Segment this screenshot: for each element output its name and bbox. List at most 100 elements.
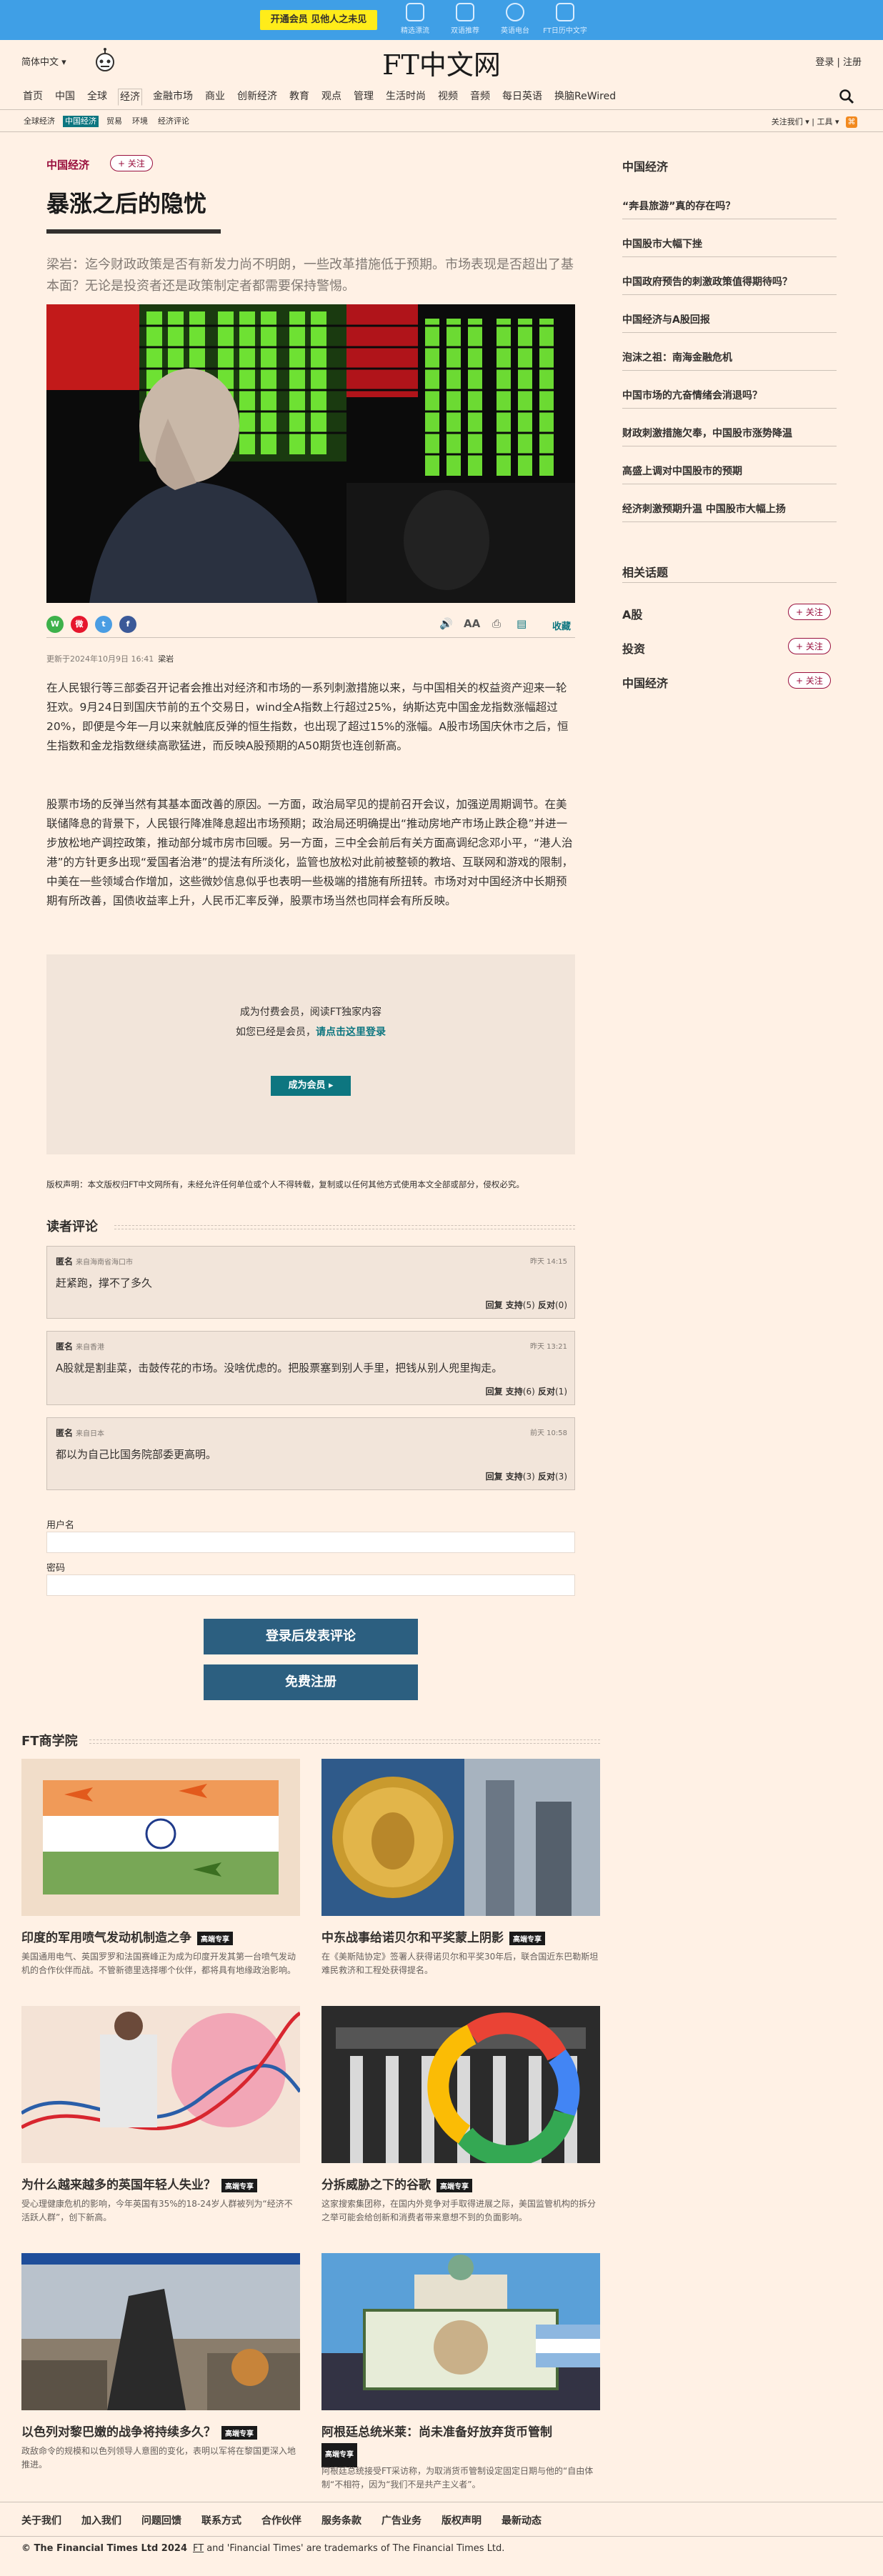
nav-item[interactable]: 商业 (204, 89, 226, 106)
sidebar-article-link[interactable]: 泡沫之祖：南海金融危机 (622, 350, 837, 364)
oppose-button[interactable]: 反对(3) (538, 1472, 567, 1482)
ft-business-school-heading[interactable]: FT商学院 (21, 1731, 78, 1749)
footer-link-terms[interactable]: 服务条款 (321, 2513, 361, 2527)
footer-link-feedback[interactable]: 问题回馈 (141, 2513, 181, 2527)
ft-link[interactable]: FT (193, 2543, 204, 2554)
reply-button[interactable]: 回复 (486, 1300, 503, 1310)
nav-item[interactable]: 管理 (352, 89, 375, 106)
nav-item[interactable]: 全球 (86, 89, 109, 106)
weibo-share-icon[interactable]: 微 (71, 616, 88, 633)
footer-link-contact[interactable]: 联系方式 (201, 2513, 241, 2527)
sidebar-article-link[interactable]: 财政刺激措施欠奉，中国股市涨势降温 (622, 426, 837, 440)
card-title[interactable]: 阿根廷总统米莱：尚未准备好放弃货币管制 高端专享 (321, 2422, 600, 2467)
subnav-item[interactable]: 全球经济 (21, 116, 57, 127)
tools-menu[interactable]: 工具 (817, 117, 832, 126)
paywall-login-link[interactable]: 请点击这里登录 (316, 1027, 386, 1038)
wechat-share-icon[interactable]: W (46, 616, 64, 633)
site-logo[interactable]: FT中文网 (334, 43, 549, 82)
nav-item[interactable]: 视频 (436, 89, 459, 106)
topic-follow-button[interactable]: + 关注 (788, 604, 831, 620)
nav-item[interactable]: 首页 (21, 89, 44, 106)
card-image[interactable] (321, 1759, 600, 1916)
collect-button[interactable]: 收藏 (552, 619, 571, 632)
card-image[interactable] (21, 2006, 300, 2163)
twitter-share-icon[interactable]: t (95, 616, 112, 633)
login-to-comment-button[interactable]: 登录后发表评论 (204, 1619, 418, 1654)
subnav-item[interactable]: 中国经济 (63, 116, 99, 127)
card-image[interactable] (321, 2253, 600, 2410)
card-image[interactable] (321, 2006, 600, 2163)
sidebar-article-link[interactable]: 高盛上调对中国股市的预期 (622, 464, 837, 478)
nav-item[interactable]: 换脑ReWired (553, 89, 617, 106)
sidebar-article-link[interactable]: 中国股市大幅下挫 (622, 236, 837, 251)
nav-item[interactable]: 金融市场 (151, 89, 194, 106)
footer-link-partners[interactable]: 合作伙伴 (261, 2513, 301, 2527)
card-image[interactable] (21, 1759, 300, 1916)
article-section-tag[interactable]: 中国经济 (46, 157, 89, 172)
support-button[interactable]: 支持(5) (506, 1300, 535, 1310)
footer-link-news[interactable]: 最新动态 (502, 2513, 542, 2527)
print-icon[interactable]: ⎙ (492, 617, 501, 630)
nav-item[interactable]: 每日英语 (501, 89, 544, 106)
topic-link[interactable]: A股 (622, 605, 642, 622)
top-link-2[interactable]: 双语推荐 (440, 3, 490, 35)
card-title[interactable]: 分拆威胁之下的谷歌 高端专享 (321, 2175, 600, 2192)
follow-us-menu[interactable]: 关注我们 (772, 117, 803, 126)
robot-mascot-icon[interactable] (91, 47, 119, 74)
facebook-share-icon[interactable]: f (119, 616, 136, 633)
nav-item[interactable]: 创新经济 (236, 89, 279, 106)
subnav-item[interactable]: 环境 (130, 116, 150, 127)
nav-item[interactable]: 中国 (54, 89, 76, 106)
subnav-item[interactable]: 经济评论 (156, 116, 191, 127)
free-register-button[interactable]: 免费注册 (204, 1664, 418, 1700)
login-link[interactable]: 登录 (815, 57, 834, 68)
sidebar-article-link[interactable]: “奔县旅游”真的存在吗？ (622, 199, 837, 213)
become-member-button[interactable]: 成为会员 ▸ (271, 1076, 351, 1096)
article-author[interactable]: 梁岩 (158, 654, 174, 664)
footer-link-join[interactable]: 加入我们 (81, 2513, 121, 2527)
card-title[interactable]: 以色列对黎巴嫩的战争将持续多久？ 高端专享 (21, 2422, 300, 2440)
audio-icon[interactable]: 🔊 (439, 617, 453, 630)
topic-follow-button[interactable]: + 关注 (788, 672, 831, 689)
sidebar-article-link[interactable]: 经济刺激预期升温 中国股市大幅上扬 (622, 501, 837, 516)
reply-button[interactable]: 回复 (486, 1387, 503, 1397)
promo-membership-button[interactable]: 开通会员 见他人之未见 (260, 10, 377, 30)
font-size-icon[interactable]: AA (464, 617, 480, 630)
card-title[interactable]: 为什么越来越多的英国年轻人失业？ 高端专享 (21, 2175, 300, 2192)
nav-item[interactable]: 经济 (118, 89, 142, 106)
follow-section-button[interactable]: + 关注 (110, 155, 153, 171)
language-selector[interactable]: 简体中文 ▾ (21, 54, 66, 68)
comment-icon[interactable]: ▤ (517, 617, 527, 630)
footer-link-ads[interactable]: 广告业务 (381, 2513, 421, 2527)
reply-button[interactable]: 回复 (486, 1472, 503, 1482)
oppose-button[interactable]: 反对(0) (538, 1300, 567, 1310)
footer-link-about[interactable]: 关于我们 (21, 2513, 61, 2527)
footer-link-copyright[interactable]: 版权声明 (442, 2513, 482, 2527)
nav-item[interactable]: 音频 (469, 89, 492, 106)
register-link[interactable]: 注册 (843, 57, 862, 68)
topic-follow-button[interactable]: + 关注 (788, 638, 831, 654)
sidebar-article-link[interactable]: 中国经济与A股回报 (622, 312, 837, 326)
card-image[interactable] (21, 2253, 300, 2410)
subnav-item[interactable]: 贸易 (104, 116, 124, 127)
top-link-3[interactable]: 英语电台 (490, 3, 540, 35)
password-input[interactable] (46, 1574, 575, 1596)
top-link-4[interactable]: FT日历中文字 (540, 3, 590, 35)
topic-link[interactable]: 投资 (622, 639, 645, 657)
search-icon[interactable] (839, 89, 854, 104)
rss-icon[interactable]: ⌘ (846, 116, 857, 128)
topic-link[interactable]: 中国经济 (622, 674, 668, 691)
sidebar-article-link[interactable]: 中国市场的亢奋情绪会消退吗？ (622, 388, 837, 402)
top-link-1[interactable]: 精选漂流 (390, 3, 440, 35)
support-button[interactable]: 支持(3) (506, 1472, 535, 1482)
nav-item[interactable]: 生活时尚 (384, 89, 427, 106)
nav-item[interactable]: 教育 (288, 89, 311, 106)
username-input[interactable] (46, 1532, 575, 1553)
oppose-button[interactable]: 反对(1) (538, 1387, 567, 1397)
card-title[interactable]: 中东战事给诺贝尔和平奖蒙上阴影 高端专享 (321, 1927, 600, 1945)
support-button[interactable]: 支持(6) (506, 1387, 535, 1397)
nav-item[interactable]: 观点 (320, 89, 343, 106)
card-title[interactable]: 印度的军用喷气发动机制造之争 高端专享 (21, 1927, 300, 1945)
sidebar-article-link[interactable]: 中国政府预告的刺激政策值得期待吗？ (622, 274, 837, 289)
sidebar-heading[interactable]: 中国经济 (622, 157, 668, 174)
